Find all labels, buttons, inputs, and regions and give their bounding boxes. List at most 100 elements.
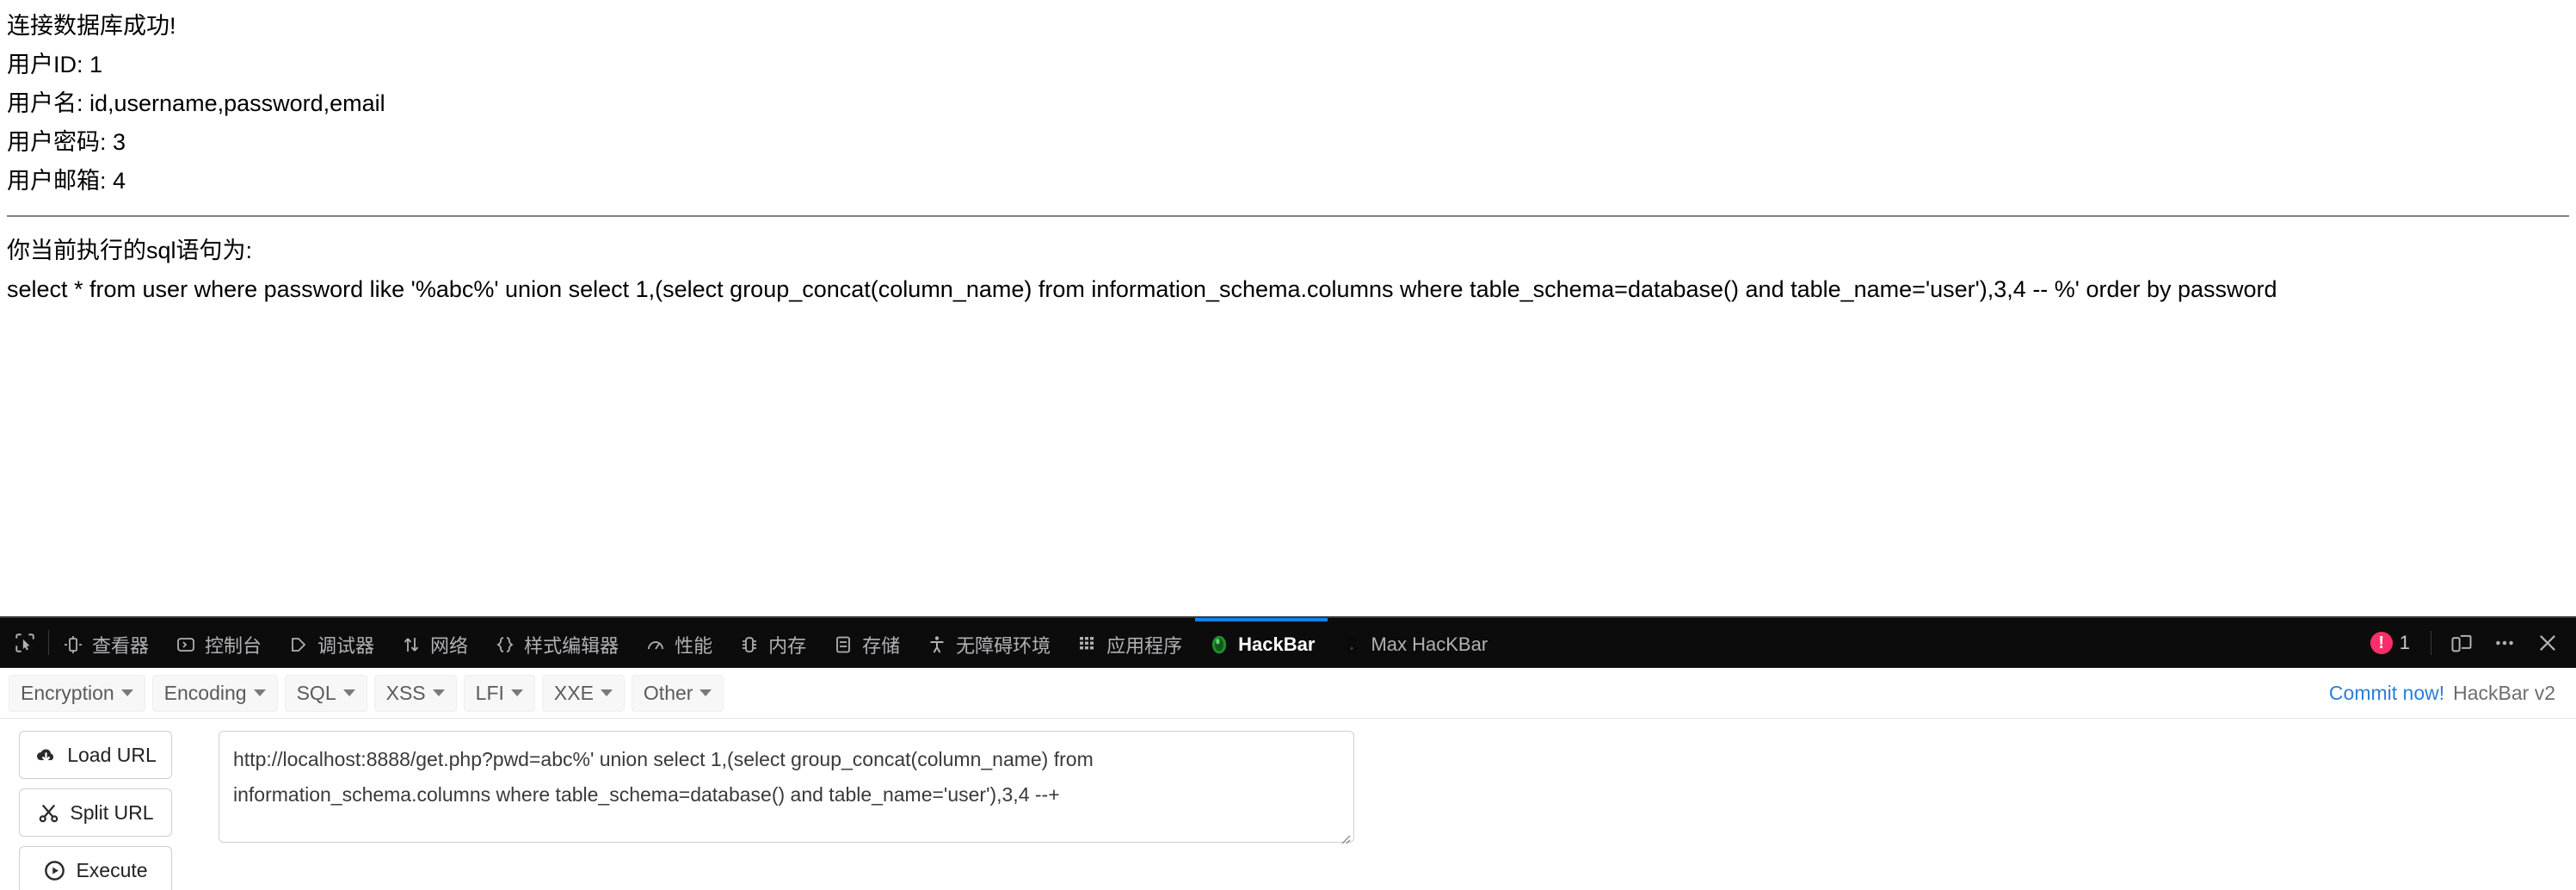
tab-storage[interactable]: 存储 bbox=[819, 618, 913, 667]
responsive-design-mode-icon bbox=[2451, 634, 2472, 652]
meatball-menu-icon bbox=[2496, 640, 2513, 645]
tab-performance[interactable]: 性能 bbox=[632, 618, 725, 667]
console-icon bbox=[175, 634, 197, 656]
tab-label: 性能 bbox=[675, 634, 713, 657]
menu-lfi[interactable]: LFI bbox=[463, 674, 535, 712]
execute-icon bbox=[45, 860, 65, 881]
button-label: Execute bbox=[76, 858, 148, 881]
split-url-button[interactable]: Split URL bbox=[19, 788, 172, 837]
load-url-button[interactable]: Load URL bbox=[19, 731, 172, 779]
tab-application[interactable]: 应用程序 bbox=[1063, 618, 1195, 667]
result-line-0: 连接数据库成功! bbox=[7, 13, 176, 39]
devtools-tab-list: 查看器 控制台 调试器 网络 样式编辑器 性能 内存 存储 无障碍环境 应用程序… bbox=[49, 618, 2370, 667]
performance-icon bbox=[644, 634, 667, 656]
hackbar-logo-icon bbox=[1208, 634, 1230, 656]
tab-label: 存储 bbox=[862, 634, 901, 657]
menu-label: Encryption bbox=[21, 681, 114, 704]
menu-xxe[interactable]: XXE bbox=[541, 674, 625, 712]
result-line-2: 用户名: id,username,password,email bbox=[7, 90, 385, 116]
hackbar-menubar: Encryption Encoding SQL XSS LFI XXE Othe… bbox=[0, 668, 2576, 719]
storage-icon bbox=[832, 634, 854, 656]
chevron-down-icon bbox=[510, 689, 523, 696]
devtools-panel: 查看器 控制台 调试器 网络 样式编辑器 性能 内存 存储 无障碍环境 应用程序… bbox=[0, 616, 2576, 890]
error-icon: ! bbox=[2370, 631, 2393, 654]
debugger-icon bbox=[287, 634, 310, 656]
chevron-down-icon bbox=[342, 689, 355, 696]
hackbar-action-buttons: Load URL Split URL Execute bbox=[0, 731, 172, 890]
tab-label: 控制台 bbox=[205, 634, 262, 657]
menu-label: SQL bbox=[296, 681, 336, 704]
menu-label: XXE bbox=[553, 681, 594, 704]
network-icon bbox=[400, 634, 422, 656]
commit-now-link[interactable]: Commit now! bbox=[2329, 682, 2444, 705]
url-input[interactable] bbox=[219, 731, 1354, 843]
responsive-design-mode-button[interactable] bbox=[2440, 618, 2483, 667]
tab-label: 网络 bbox=[430, 634, 469, 657]
tab-label: Max HacKBar bbox=[1371, 633, 1488, 655]
memory-icon bbox=[738, 634, 761, 656]
url-textarea-box bbox=[219, 731, 1354, 847]
tab-hackbar[interactable]: HackBar bbox=[1195, 618, 1328, 667]
tab-network[interactable]: 网络 bbox=[387, 618, 481, 667]
tab-debugger[interactable]: 调试器 bbox=[274, 618, 387, 667]
menu-other[interactable]: Other bbox=[631, 674, 724, 712]
accessibility-icon bbox=[926, 634, 948, 656]
tab-label: HackBar bbox=[1238, 633, 1316, 655]
tab-memory[interactable]: 内存 bbox=[725, 618, 819, 667]
result-line-1: 用户ID: 1 bbox=[7, 52, 103, 77]
close-devtools-button[interactable] bbox=[2526, 618, 2569, 667]
tab-label: 查看器 bbox=[92, 634, 150, 657]
menu-encryption[interactable]: Encryption bbox=[9, 674, 145, 712]
button-label: Split URL bbox=[70, 800, 154, 824]
browser-viewport: 连接数据库成功! 用户ID: 1 用户名: id,username,passwo… bbox=[0, 0, 2576, 616]
tab-label: 应用程序 bbox=[1106, 634, 1183, 657]
hackbar-body: Load URL Split URL Execute http://localh… bbox=[0, 719, 2576, 890]
chevron-down-icon bbox=[120, 689, 133, 696]
devtools-toolbar: 查看器 控制台 调试器 网络 样式编辑器 性能 内存 存储 无障碍环境 应用程序… bbox=[0, 618, 2576, 668]
chevron-down-icon bbox=[432, 689, 445, 696]
tab-inspector[interactable]: 查看器 bbox=[49, 618, 162, 667]
hackbar-panel: Encryption Encoding SQL XSS LFI XXE Othe… bbox=[0, 668, 2576, 890]
style-editor-icon bbox=[494, 634, 516, 656]
hackbar-version-label: HackBar v2 bbox=[2453, 681, 2555, 704]
execute-button[interactable]: Execute bbox=[19, 846, 172, 890]
menu-label: Encoding bbox=[163, 681, 247, 704]
menu-label: XSS bbox=[385, 681, 426, 704]
cloud-download-icon bbox=[37, 748, 54, 762]
devtools-toolbar-right: ! 1 bbox=[2370, 618, 2576, 667]
button-label: Load URL bbox=[67, 743, 157, 766]
url-field-wrapper bbox=[219, 731, 1354, 847]
error-count: 1 bbox=[2399, 631, 2410, 653]
chevron-down-icon bbox=[253, 689, 266, 696]
tab-label: 样式编辑器 bbox=[524, 634, 619, 657]
error-badge[interactable]: ! 1 bbox=[2370, 631, 2410, 654]
sql-statement-text: select * from user where password like '… bbox=[7, 276, 2277, 302]
tab-style-editor[interactable]: 样式编辑器 bbox=[481, 618, 632, 667]
inspector-icon bbox=[62, 634, 84, 656]
horizontal-divider bbox=[7, 215, 2569, 217]
php-output: 连接数据库成功! 用户ID: 1 用户名: id,username,passwo… bbox=[0, 0, 2576, 309]
meatball-menu-button[interactable] bbox=[2483, 618, 2526, 667]
chevron-down-icon bbox=[600, 689, 613, 696]
tab-console[interactable]: 控制台 bbox=[162, 618, 274, 667]
screenshot-root: 连接数据库成功! 用户ID: 1 用户名: id,username,passwo… bbox=[0, 0, 2576, 890]
chevron-down-icon bbox=[699, 689, 712, 696]
result-line-4: 用户邮箱: 4 bbox=[7, 168, 126, 194]
tab-accessibility[interactable]: 无障碍环境 bbox=[913, 618, 1063, 667]
element-picker-button[interactable] bbox=[0, 618, 48, 667]
tab-label: 无障碍环境 bbox=[956, 634, 1051, 657]
max-hackbar-logo-icon bbox=[1340, 634, 1363, 656]
menu-sql[interactable]: SQL bbox=[284, 674, 367, 712]
close-icon bbox=[2540, 634, 2555, 651]
tab-max-hackbar[interactable]: Max HacKBar bbox=[1328, 618, 1501, 667]
scissors-icon bbox=[40, 804, 59, 822]
menu-label: Other bbox=[643, 681, 693, 704]
menu-label: LFI bbox=[475, 681, 504, 704]
result-line-3: 用户密码: 3 bbox=[7, 129, 126, 155]
tab-label: 内存 bbox=[768, 634, 807, 657]
menu-encoding[interactable]: Encoding bbox=[151, 674, 278, 712]
element-picker-icon bbox=[15, 633, 34, 652]
tab-label: 调试器 bbox=[317, 634, 375, 657]
sql-intro-text: 你当前执行的sql语句为: bbox=[7, 238, 253, 263]
menu-xss[interactable]: XSS bbox=[373, 674, 457, 712]
